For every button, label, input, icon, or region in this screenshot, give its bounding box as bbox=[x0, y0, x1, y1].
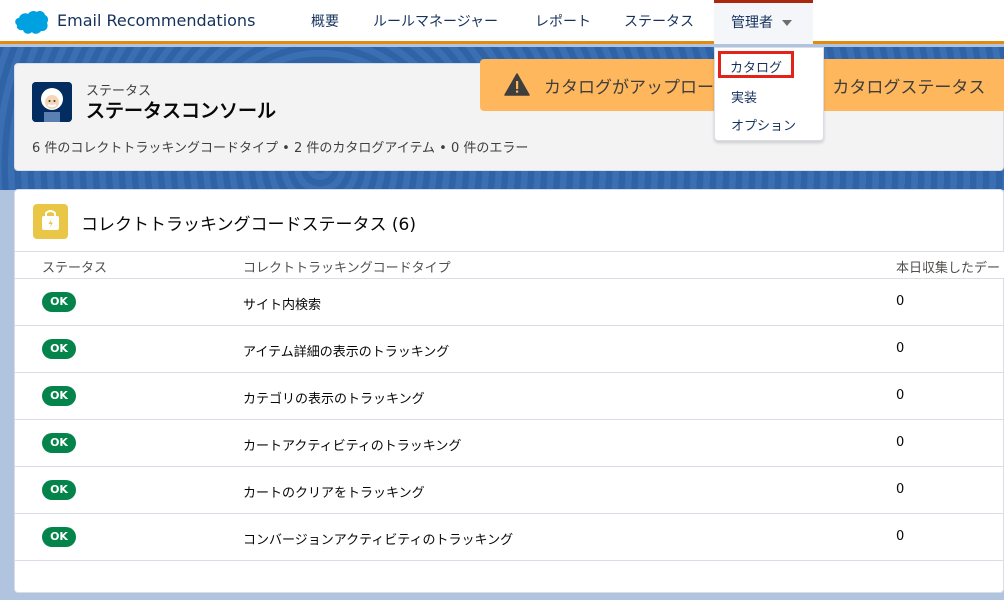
collected-count-cell: 0 bbox=[896, 388, 905, 403]
tracking-type-cell: アイテム詳細の表示のトラッキング bbox=[243, 345, 450, 360]
menu-item-options[interactable]: オプション bbox=[731, 115, 796, 134]
table-row: OK コンバージョンアクティビティのトラッキング 0 bbox=[15, 514, 1004, 561]
tracking-type-cell: カートのクリアをトラッキング bbox=[243, 486, 425, 501]
table-row: OK カートのクリアをトラッキング 0 bbox=[15, 467, 1004, 514]
column-header-type[interactable]: コレクトトラッキングコードタイプ bbox=[243, 257, 451, 276]
nav-tab-status[interactable]: ステータス bbox=[624, 0, 694, 44]
tracking-status-card: コレクトトラッキングコードステータス (6) ステータス コレクトトラッキングコ… bbox=[14, 189, 1004, 593]
tracking-type-cell: サイト内検索 bbox=[243, 298, 322, 313]
admin-dropdown-menu: カタログ 実装 オプション bbox=[714, 47, 824, 141]
nav-tab-admin[interactable]: 管理者 bbox=[714, 0, 813, 44]
status-badge: OK bbox=[42, 527, 76, 547]
locker-icon bbox=[33, 204, 68, 239]
collected-count-cell: 0 bbox=[896, 341, 905, 356]
nav-tab-reports[interactable]: レポート bbox=[535, 0, 591, 44]
tracking-type-cell: コンバージョンアクティビティのトラッキング bbox=[243, 533, 514, 548]
collected-count-cell: 0 bbox=[896, 529, 905, 544]
table-row: OK サイト内検索 0 bbox=[15, 279, 1004, 326]
table-row: OK アイテム詳細の表示のトラッキング 0 bbox=[15, 326, 1004, 373]
nav-tab-admin-label: 管理者 bbox=[731, 15, 773, 31]
column-header-status[interactable]: ステータス bbox=[42, 257, 107, 276]
chevron-down-icon bbox=[782, 20, 792, 26]
table-row: OK カートアクティビティのトラッキング 0 bbox=[15, 420, 1004, 467]
einstein-avatar-icon bbox=[32, 82, 72, 122]
tracking-type-cell: カテゴリの表示のトラッキング bbox=[243, 392, 425, 407]
status-badge: OK bbox=[42, 386, 76, 406]
card-title: コレクトトラッキングコードステータス (6) bbox=[81, 215, 416, 235]
top-nav-bar: Email Recommendations 概要 ルールマネージャー レポート … bbox=[0, 0, 1004, 44]
warning-icon bbox=[504, 73, 530, 96]
nav-tab-overview[interactable]: 概要 bbox=[311, 0, 339, 44]
status-badge: OK bbox=[42, 480, 76, 500]
menu-item-implementation[interactable]: 実装 bbox=[731, 87, 757, 106]
collected-count-cell: 0 bbox=[896, 294, 905, 309]
column-header-collected-today[interactable]: 本日収集したデー bbox=[896, 257, 1000, 276]
status-badge: OK bbox=[42, 339, 76, 359]
app-name: Email Recommendations bbox=[57, 11, 256, 30]
menu-item-catalog[interactable]: カタログ bbox=[730, 57, 782, 76]
page-title: ステータスコンソール bbox=[86, 100, 277, 122]
tracking-type-cell: カートアクティビティのトラッキング bbox=[243, 439, 462, 454]
salesforce-cloud-icon[interactable] bbox=[13, 10, 49, 35]
status-badge: OK bbox=[42, 292, 76, 312]
nav-tab-rule-manager[interactable]: ルールマネージャー bbox=[373, 0, 498, 44]
collected-count-cell: 0 bbox=[896, 482, 905, 497]
status-badge: OK bbox=[42, 433, 76, 453]
page-meta-summary: 6 件のコレクトトラッキングコードタイプ • 2 件のカタログアイテム • 0 … bbox=[32, 141, 529, 156]
table-header: ステータス コレクトトラッキングコードタイプ 本日収集したデー bbox=[15, 251, 1004, 279]
table-row: OK カテゴリの表示のトラッキング 0 bbox=[15, 373, 1004, 420]
collected-count-cell: 0 bbox=[896, 435, 905, 450]
